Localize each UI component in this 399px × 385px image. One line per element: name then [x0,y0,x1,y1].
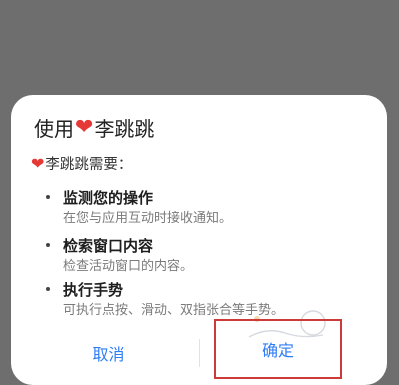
permission-name: 监测您的操作 [63,189,154,207]
dialog-title-prefix: 使用 [34,117,74,141]
heart-icon: ❤ [31,153,45,173]
bullet-icon [46,195,50,199]
permission-description: 检查活动窗口的内容。 [63,259,194,274]
permission-intro-text: 李跳跳需要： [45,157,133,173]
bullet-icon [46,243,50,247]
accessibility-permission-dialog: 使用 ❤ 李跳跳 ❤ 李跳跳需要： 监测您的操作 在您与应用互动时接收通知。 检… [11,95,387,385]
bullet-icon [46,287,50,291]
confirm-button[interactable]: 确定 [214,319,342,379]
cancel-button[interactable]: 取消 [61,338,156,368]
dialog-title: 使用 ❤ 李跳跳 [34,113,154,142]
permission-name: 检索窗口内容 [63,237,154,255]
dialog-title-app-name: 李跳跳 [94,117,155,141]
heart-icon: ❤ [75,114,94,140]
permission-description: 在您与应用互动时接收通知。 [63,211,233,226]
permission-description: 可执行点按、滑动、双指张合等手势。 [63,303,285,318]
permission-intro: ❤ 李跳跳需要： [31,153,132,174]
button-divider [199,339,200,367]
permission-name: 执行手势 [63,281,124,299]
